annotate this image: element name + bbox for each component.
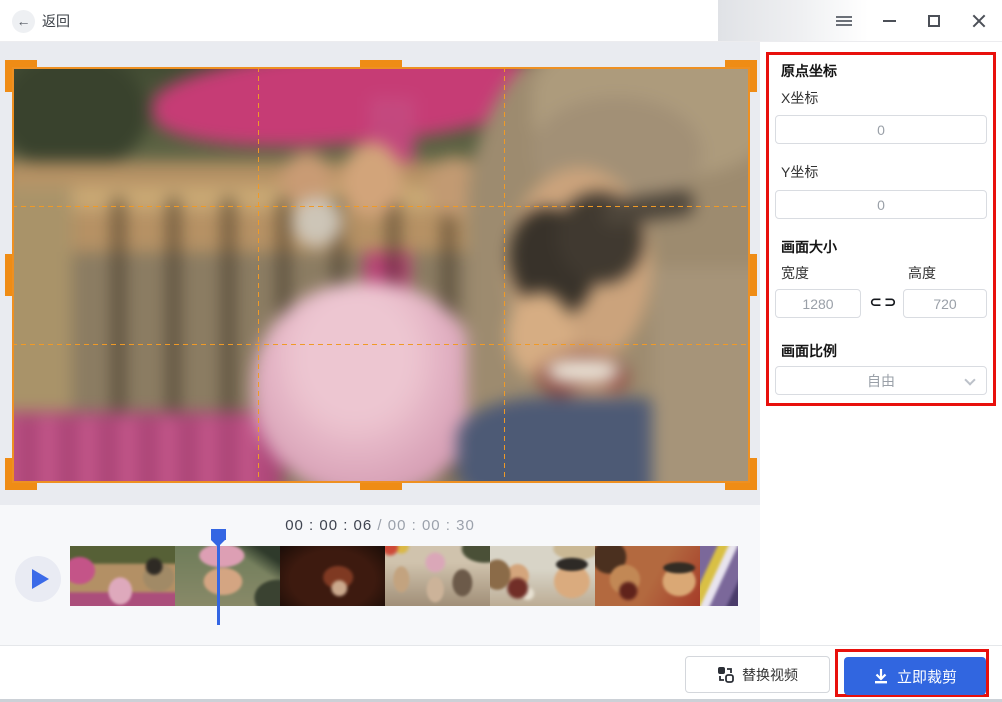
crop-handle-left-center[interactable] (5, 254, 12, 296)
minimize-icon (882, 19, 896, 22)
annotation-box-panel: 原点坐标 X坐标 Y坐标 画面大小 宽度 高度 ⊂ ⊃ 画面比例 自由 (766, 52, 996, 406)
link-icon-left: ⊂ (869, 294, 882, 311)
crop-handle-top-right[interactable] (725, 60, 757, 92)
thumbnail-5[interactable] (490, 546, 595, 606)
footer-bar: 替换视频 立即裁剪 (0, 645, 1002, 699)
maximize-button[interactable] (923, 10, 945, 32)
settings-panel: 原点坐标 X坐标 Y坐标 画面大小 宽度 高度 ⊂ ⊃ 画面比例 自由 (760, 42, 1002, 645)
timeline-area: 00 : 00 : 06 / 00 : 00 : 30 (0, 505, 760, 645)
current-time: 00 : 00 : 06 (285, 517, 373, 534)
crop-handle-top-left[interactable] (5, 60, 37, 92)
video-frame-art (12, 67, 750, 483)
thumbnail-2[interactable] (175, 546, 280, 606)
titlebar: ← 返回 (0, 0, 1002, 42)
crop-now-button[interactable]: 立即裁剪 (844, 657, 986, 695)
thumbnail-3[interactable] (280, 546, 385, 606)
playhead-handle-icon (211, 529, 226, 547)
frame-size-title: 画面大小 (781, 239, 837, 255)
width-label: 宽度 (781, 265, 809, 281)
hamburger-icon (836, 15, 852, 26)
window-controls (833, 0, 990, 41)
annotation-box-crop-button: 立即裁剪 (835, 649, 989, 697)
minimize-button[interactable] (878, 10, 900, 32)
y-coord-input[interactable] (775, 190, 987, 219)
crop-handle-top-center[interactable] (360, 60, 402, 67)
x-coord-label: X坐标 (781, 90, 819, 106)
crop-handle-bottom-center[interactable] (360, 483, 402, 490)
video-frame (12, 67, 750, 483)
preview-area (0, 42, 760, 505)
thumbnail-strip[interactable] (70, 546, 743, 606)
maximize-icon (928, 14, 940, 27)
crop-now-label: 立即裁剪 (896, 668, 957, 686)
play-icon (32, 569, 49, 589)
height-label: 高度 (908, 265, 936, 281)
playhead-line (217, 544, 220, 625)
chevron-down-icon (964, 374, 976, 386)
thumbnail-6[interactable] (595, 546, 700, 606)
origin-coords-title: 原点坐标 (781, 63, 837, 79)
aspect-ratio-title: 画面比例 (781, 343, 837, 359)
crop-handle-bottom-right[interactable] (725, 458, 757, 490)
y-coord-label: Y坐标 (781, 164, 819, 180)
download-arrow-icon (874, 669, 887, 684)
thumbnail-7[interactable] (700, 546, 738, 606)
thumbnail-4[interactable] (385, 546, 490, 606)
arrow-left-icon: ← (12, 9, 35, 33)
playhead[interactable] (211, 529, 226, 626)
height-input[interactable] (903, 289, 987, 318)
thumbnail-1[interactable] (70, 546, 175, 606)
time-display: 00 : 00 : 06 / 00 : 00 : 30 (0, 517, 760, 534)
crop-handle-right-center[interactable] (750, 254, 757, 296)
close-icon (972, 14, 986, 28)
total-time: / 00 : 00 : 30 (372, 517, 475, 534)
menu-button[interactable] (833, 10, 855, 32)
back-button[interactable]: ← 返回 (12, 9, 70, 33)
ratio-select[interactable]: 自由 (775, 366, 987, 395)
link-icon-right: ⊃ (884, 294, 897, 311)
crop-handle-bottom-left[interactable] (5, 458, 37, 490)
app-window: ← 返回 00: 00: 06 / 00: 00: 30 原点坐标 X坐… (0, 0, 1002, 702)
back-label: 返回 (42, 13, 70, 29)
ratio-value: 自由 (867, 372, 895, 389)
width-input[interactable] (775, 289, 861, 318)
replace-video-button[interactable]: 替换视频 (685, 656, 830, 693)
video-preview[interactable] (5, 60, 757, 490)
x-coord-input[interactable] (775, 115, 987, 144)
replace-video-label: 替换视频 (742, 666, 798, 683)
play-button[interactable] (15, 556, 61, 602)
close-button[interactable] (968, 10, 990, 32)
link-dimensions-button[interactable]: ⊂ ⊃ (865, 289, 901, 315)
swap-squares-icon (718, 667, 734, 683)
